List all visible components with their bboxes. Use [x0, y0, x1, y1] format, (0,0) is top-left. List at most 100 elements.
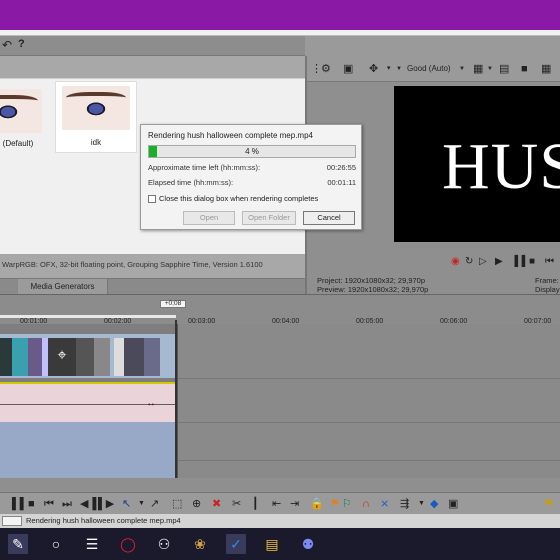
timeline-empty-area[interactable]	[176, 324, 560, 478]
chevron-down-icon[interactable]: ▼	[487, 62, 493, 76]
tab-label: Media Generators	[30, 282, 95, 291]
ignore-grouping-icon[interactable]: ▣	[448, 497, 458, 511]
playhead-cursor[interactable]	[175, 320, 177, 492]
delete-icon[interactable]: ✖	[212, 497, 221, 511]
go-to-start-icon[interactable]: ⏮	[545, 256, 554, 267]
selection-tool-icon[interactable]: ⬚	[172, 497, 182, 511]
event-fx-icon[interactable]: ⌖	[48, 338, 76, 376]
video-event[interactable]	[0, 338, 12, 376]
lock-icon[interactable]: 🔒	[310, 497, 324, 511]
video-event[interactable]	[114, 338, 124, 376]
render-dialog: Rendering hush halloween complete mep.mp…	[140, 124, 362, 230]
frame-label: Frame:	[535, 276, 559, 285]
plugin-description: WarpRGB: OFX, 32-bit floating point, Gro…	[2, 260, 263, 269]
video-event[interactable]	[12, 338, 28, 376]
open-folder-button[interactable]: Open Folder	[242, 211, 296, 225]
time-left-row: Approximate time left (hh:mm:ss): 00:26:…	[148, 163, 356, 173]
envelope-tool-icon[interactable]: ↗	[150, 497, 159, 511]
search-icon[interactable]: ○	[46, 534, 66, 554]
video-track[interactable]: ⌖	[0, 334, 176, 378]
dropdown-arrow-icon: ▼	[459, 66, 465, 72]
video-event[interactable]	[124, 338, 144, 376]
zoom-tool-icon[interactable]: ⊕	[192, 497, 201, 511]
paint-icon[interactable]: ❀	[190, 534, 210, 554]
timeline-ruler[interactable]: 00:01:00 00:02:00 00:03:00 00:04:00 00:0…	[0, 294, 560, 325]
marker-end-icon[interactable]: ⚑	[544, 497, 554, 511]
cancel-button[interactable]: Cancel	[303, 211, 355, 225]
panel-tabs: Media Generators	[0, 278, 305, 295]
loop-region-bar[interactable]	[0, 315, 176, 318]
close-when-done-checkbox[interactable]: Close this dialog box when rendering com…	[148, 194, 318, 204]
task-view-icon[interactable]: ☰	[82, 534, 102, 554]
play-icon[interactable]: ▶	[495, 256, 503, 267]
trim-icon[interactable]: ✂	[232, 497, 241, 511]
opera-icon[interactable]: ◯	[118, 534, 138, 554]
time-left-value: 00:26:55	[326, 163, 356, 172]
trim-end-icon[interactable]: ⇥	[290, 497, 299, 511]
play-from-start-icon[interactable]: ▷	[479, 256, 487, 267]
trim-start-icon[interactable]: ⇤	[272, 497, 281, 511]
checkbox-box[interactable]	[148, 195, 156, 204]
preview-transport: ◉ ↻ ▷ ▶ ▐▐ ■ ⏮	[447, 256, 560, 270]
windows-taskbar: ✎ ○ ☰ ◯ ⚇ ❀ ✓ ▤ ⚉	[0, 528, 560, 560]
cursor-time-flag: +0;08	[160, 300, 186, 308]
grid-icon[interactable]: ▦	[541, 62, 551, 76]
quality-select[interactable]: Good (Auto)	[407, 62, 451, 76]
monitor-icon[interactable]: ▣	[343, 62, 353, 76]
chevron-down-icon[interactable]: ▼	[138, 497, 145, 511]
snapping-icon[interactable]: ∩	[362, 497, 370, 511]
undo-icon[interactable]: ↶	[2, 38, 12, 52]
previous-frame-icon[interactable]: ◀▐	[80, 497, 96, 511]
lock-envelopes-icon[interactable]: ◆	[430, 497, 438, 511]
region-icon[interactable]: ⚐	[342, 497, 352, 511]
tab-media-generators[interactable]: Media Generators	[18, 279, 108, 295]
split-screen-icon[interactable]: ✥	[369, 62, 378, 76]
pause-icon[interactable]: ▐▐	[8, 497, 24, 511]
elapsed-label: Elapsed time (hh:mm:ss):	[148, 178, 234, 187]
overlay-icon[interactable]: ▦	[473, 62, 483, 76]
video-event[interactable]	[94, 338, 110, 376]
next-frame-icon[interactable]: ▌▶	[98, 497, 114, 511]
record-icon[interactable]: ◉	[451, 256, 460, 267]
open-button[interactable]: Open	[183, 211, 235, 225]
file-explorer-icon[interactable]: ▤	[262, 534, 282, 554]
marker-icon[interactable]: ⚑	[330, 497, 340, 511]
save-snapshot-icon[interactable]: ■	[521, 62, 528, 76]
copy-frame-icon[interactable]: ▤	[499, 62, 509, 76]
gear-icon[interactable]: ⚙	[321, 62, 331, 76]
ripple-edit-icon[interactable]: ⇶	[400, 497, 409, 511]
timeline-scrollbar[interactable]	[0, 478, 560, 492]
go-to-end-icon[interactable]: ⏭	[62, 497, 72, 511]
checkbox-label: Close this dialog box when rendering com…	[159, 194, 319, 203]
preview-value: 1920x1080x32; 29,970p	[347, 285, 429, 294]
video-event[interactable]	[76, 338, 94, 376]
audio-track[interactable]: ↔	[0, 382, 176, 422]
track-area	[0, 422, 176, 478]
elapsed-row: Elapsed time (hh:mm:ss): 00:01:11	[148, 178, 356, 188]
app-pen-icon[interactable]: ✎	[8, 534, 28, 554]
split-icon[interactable]: ┃	[252, 497, 259, 511]
stop-icon[interactable]: ■	[529, 256, 535, 267]
discord-icon[interactable]: ⚉	[298, 534, 318, 554]
status-text: Rendering hush halloween complete mep.mp…	[26, 516, 181, 525]
status-progress-icon	[2, 516, 22, 526]
eye-thumbnail	[0, 89, 42, 133]
display-label: Display	[535, 285, 560, 294]
normal-edit-tool-icon[interactable]: ↖	[122, 497, 131, 511]
go-to-start-icon[interactable]: ⏮	[44, 497, 54, 511]
preset-thumb-idk[interactable]: idk	[55, 81, 137, 153]
dialog-title: Rendering hush halloween complete mep.mp…	[148, 131, 313, 140]
pause-icon[interactable]: ▐▐	[511, 256, 525, 267]
video-event[interactable]	[28, 338, 42, 376]
help-icon[interactable]: ?	[18, 38, 25, 50]
stop-icon[interactable]: ■	[28, 497, 35, 511]
auto-crossfade-icon[interactable]: ⨯	[380, 497, 389, 511]
chevron-down-icon[interactable]: ▾	[387, 62, 391, 76]
loop-icon[interactable]: ↻	[465, 256, 473, 267]
penguin-app-icon[interactable]: ⚇	[154, 534, 174, 554]
window-titlebar	[0, 0, 560, 30]
vegas-pro-icon[interactable]: ✓	[226, 534, 246, 554]
video-event[interactable]	[144, 338, 160, 376]
preset-thumb-default[interactable]: (Default)	[0, 85, 48, 153]
chevron-down-icon[interactable]: ▼	[418, 497, 425, 511]
